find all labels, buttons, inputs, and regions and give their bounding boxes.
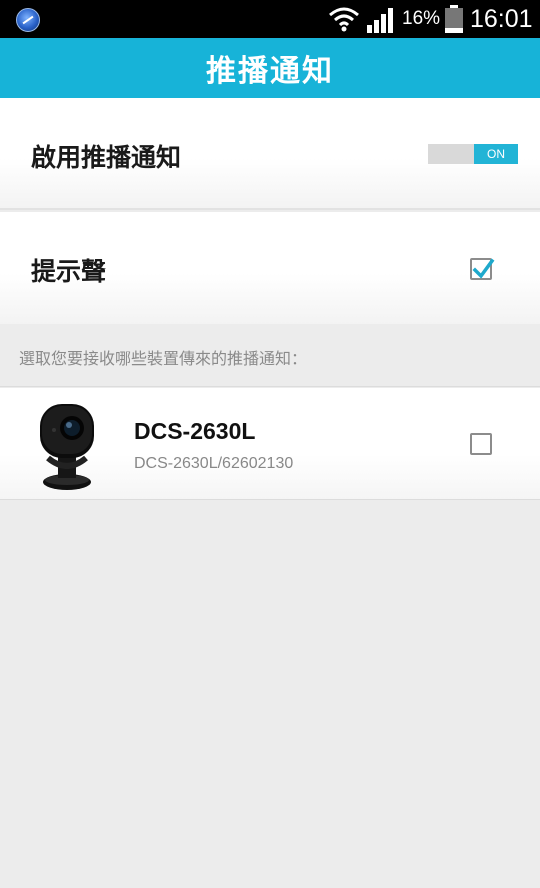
device-row[interactable]: DCS-2630L DCS-2630L/62602130 [0,388,540,500]
status-bar: 16% 16:01 [0,0,540,38]
device-checkbox[interactable] [470,433,492,455]
device-name: DCS-2630L [134,418,256,444]
page-title: 推播通知 [206,54,334,89]
signal-icon [367,8,393,33]
device-id: DCS-2630L/62602130 [134,455,294,472]
devices-section-header: 選取您要接收哪些裝置傳來的推播通知： [0,324,540,387]
app-bar: 推播通知 [0,38,540,98]
clock: 16:01 [470,5,533,33]
checkmark-icon [472,258,495,279]
sound-label: 提示聲 [31,257,107,286]
enable-push-row[interactable]: 啟用推播通知 ON [0,98,540,210]
app-icon [16,8,40,32]
wifi-icon [329,7,359,32]
battery-icon [445,5,463,33]
sound-checkbox[interactable] [470,258,495,280]
battery-percent: 16% [402,8,441,29]
toggle-knob: ON [474,144,518,164]
enable-push-toggle[interactable]: ON [428,144,518,164]
devices-section-text: 選取您要接收哪些裝置傳來的推播通知： [19,349,308,368]
enable-push-label: 啟用推播通知 [31,143,182,172]
sound-row[interactable]: 提示聲 [0,212,540,324]
camera-icon [40,404,94,490]
